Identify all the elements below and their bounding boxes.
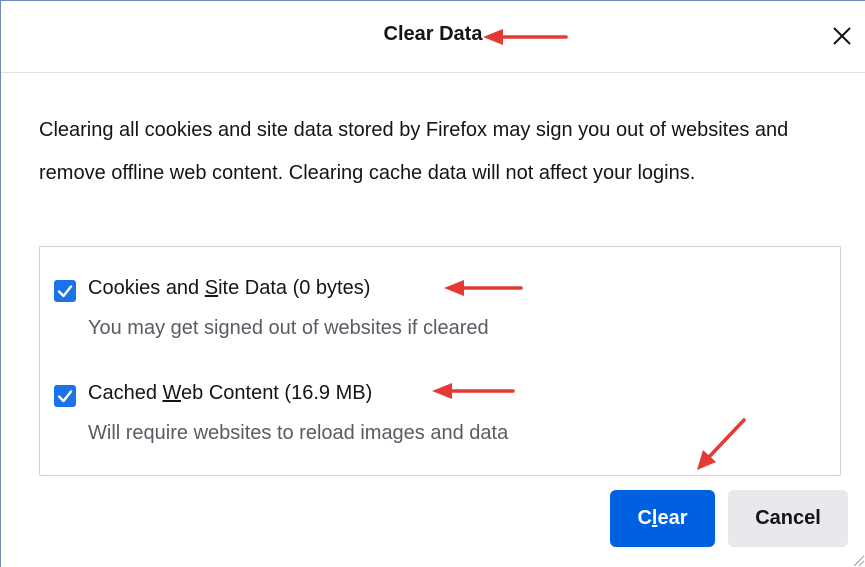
cookies-label[interactable]: Cookies and Site Data (0 bytes) <box>88 277 370 300</box>
cache-label[interactable]: Cached Web Content (16.9 MB) <box>88 382 372 405</box>
options-group: Cookies and Site Data (0 bytes) You may … <box>39 246 841 476</box>
cache-hint: Will require websites to reload images a… <box>88 422 509 444</box>
cookies-hint: You may get signed out of websites if cl… <box>88 317 489 339</box>
resize-grip-icon[interactable] <box>851 553 865 567</box>
close-button[interactable] <box>825 19 859 53</box>
cancel-button[interactable]: Cancel <box>728 490 848 547</box>
checkmark-icon <box>57 390 73 403</box>
clear-button[interactable]: Clear <box>610 490 715 547</box>
clear-data-dialog: Clear Data Clearing all cookies and site… <box>0 0 865 567</box>
dialog-description: Clearing all cookies and site data store… <box>39 119 789 184</box>
dialog-title: Clear Data <box>383 23 483 45</box>
cache-checkbox[interactable] <box>54 385 76 407</box>
cookies-checkbox[interactable] <box>54 280 76 302</box>
close-icon <box>833 27 851 45</box>
checkmark-icon <box>57 285 73 298</box>
dialog-titlebar: Clear Data <box>1 1 865 73</box>
